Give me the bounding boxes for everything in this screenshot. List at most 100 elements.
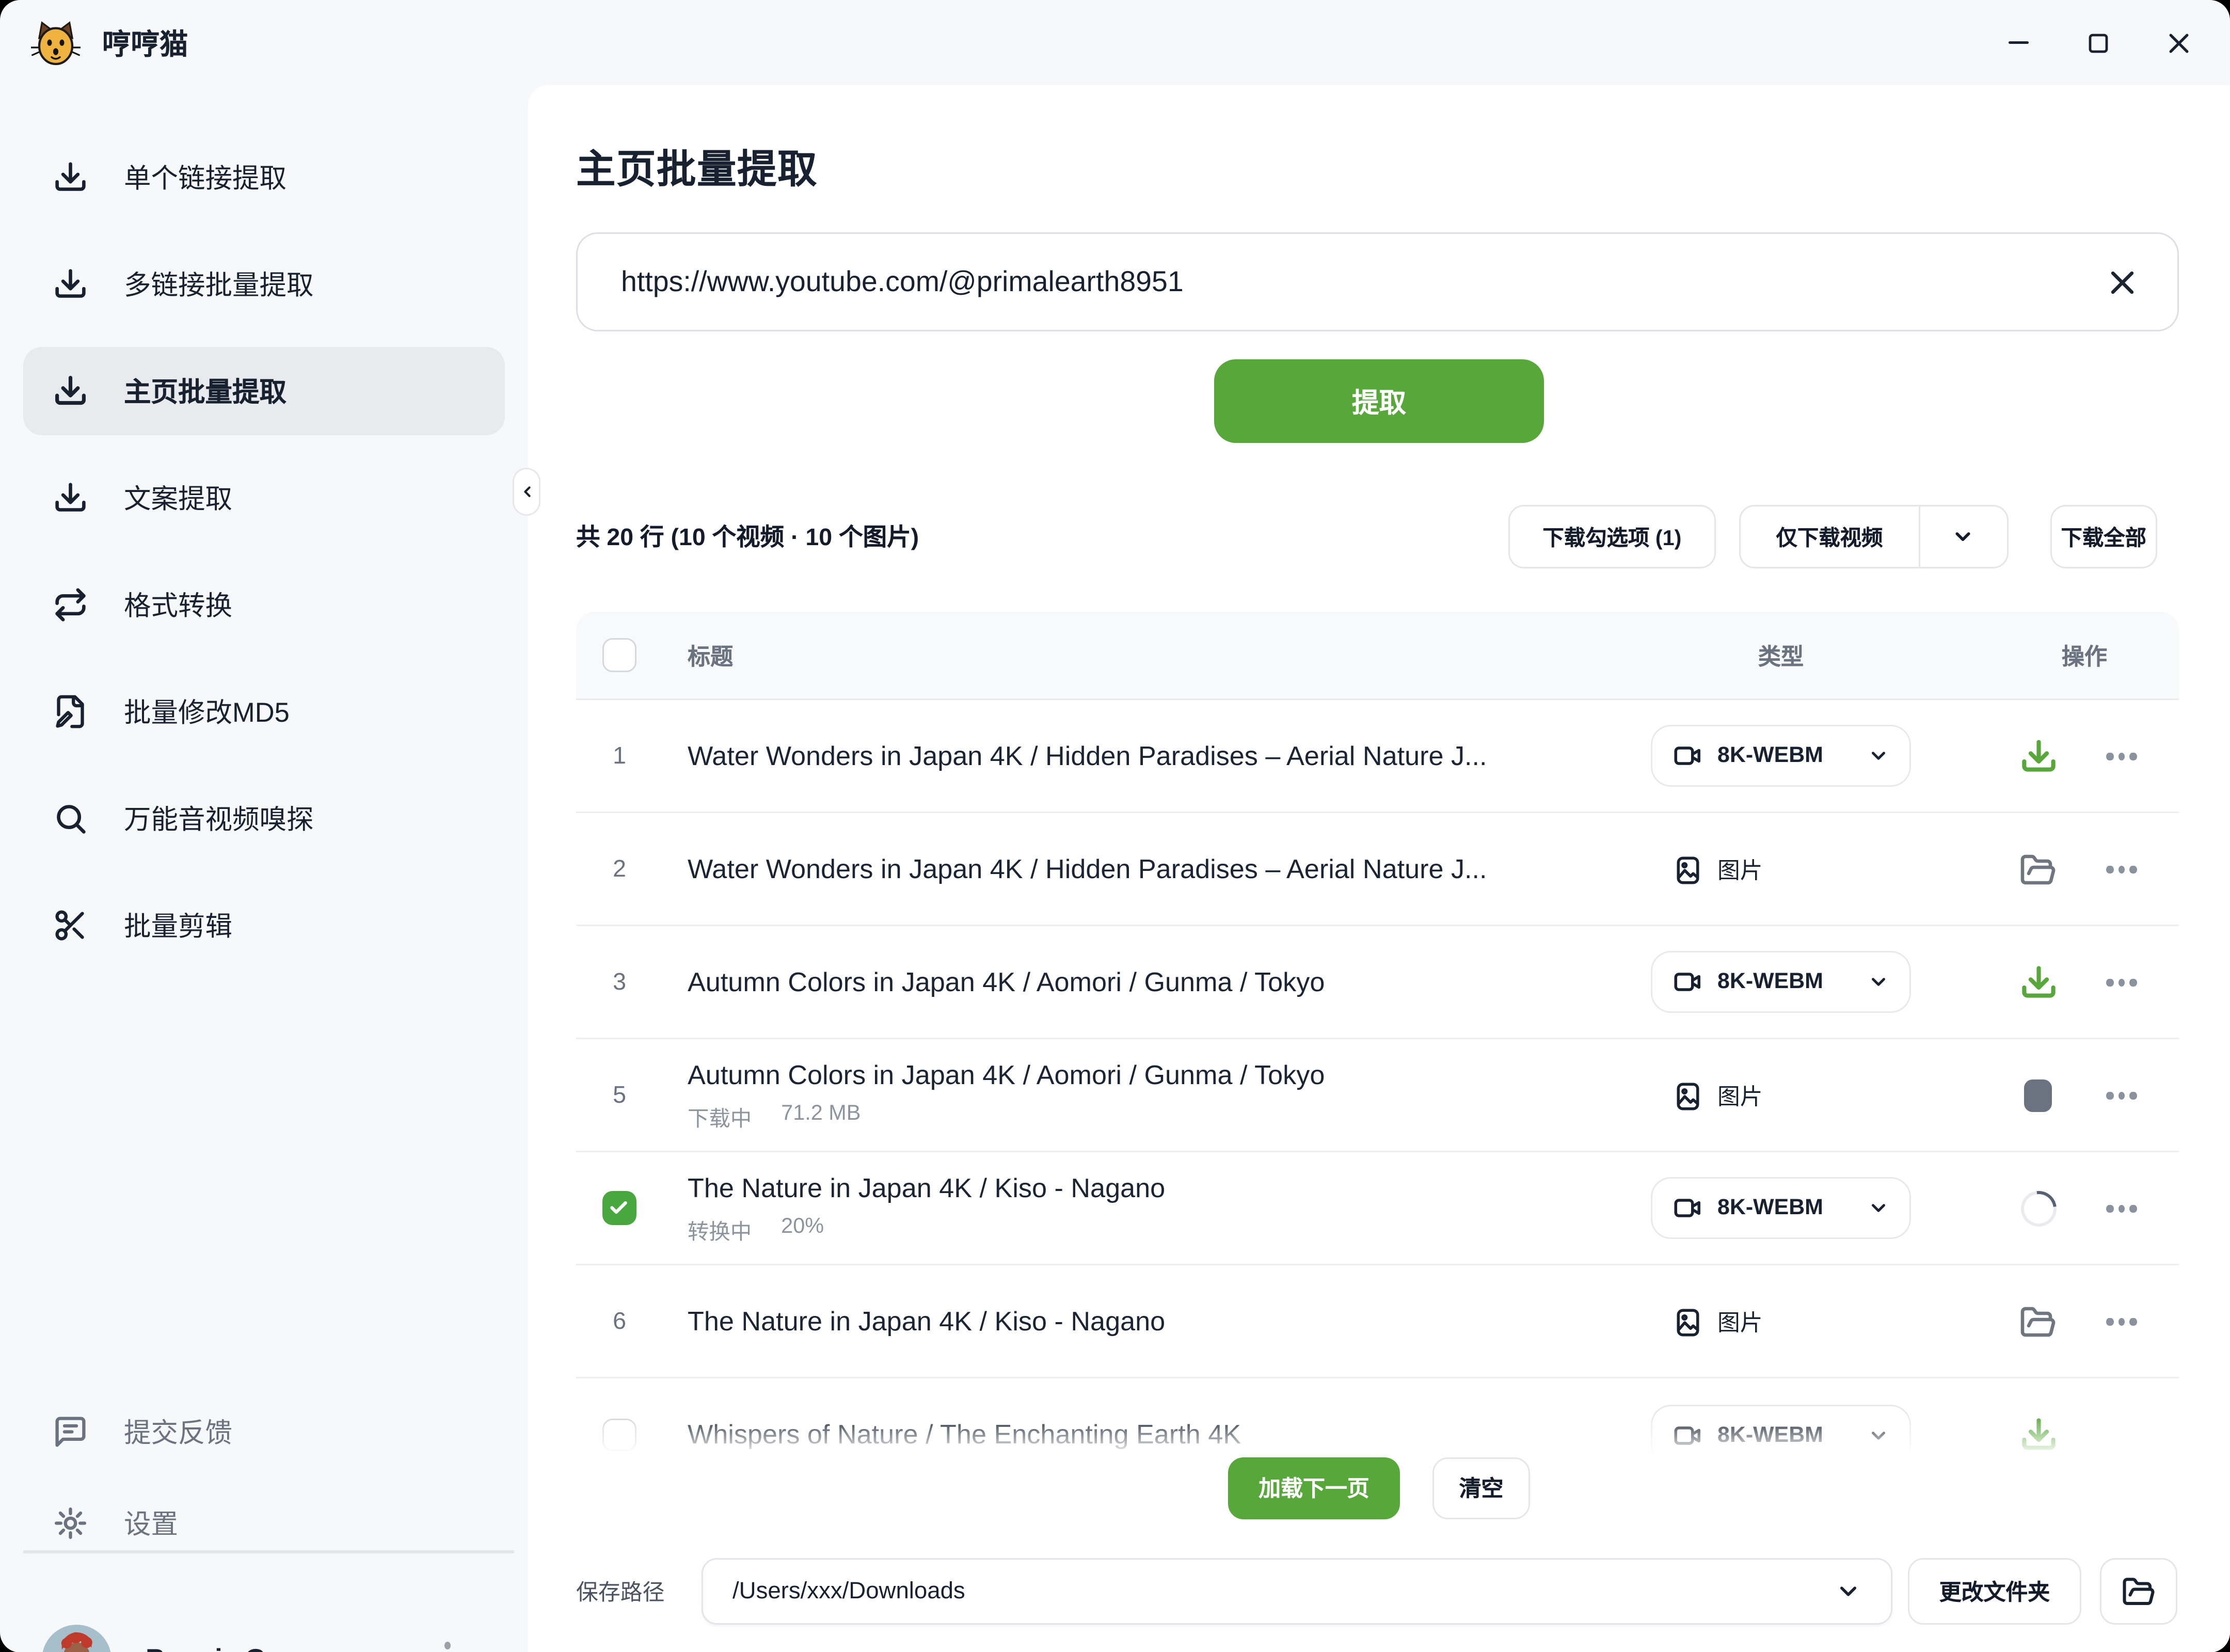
chevron-down-icon xyxy=(1868,971,1889,993)
chevron-down-icon xyxy=(1835,1578,1861,1605)
maximize-button[interactable] xyxy=(2078,23,2118,63)
column-header-title: 标题 xyxy=(688,612,733,700)
open-folder-button[interactable] xyxy=(2100,1558,2177,1625)
clear-input-icon[interactable] xyxy=(2100,260,2143,304)
results-table: 标题 类型 操作 1 Water Wonders in Japan 4K / H… xyxy=(576,612,2179,1491)
sidebar-item-batch-edit[interactable]: 批量剪辑 xyxy=(23,881,505,970)
sidebar-item-label: 主页批量提取 xyxy=(124,372,286,410)
sidebar-item-multi-link[interactable]: 多链接批量提取 xyxy=(23,240,505,328)
stop-button[interactable] xyxy=(2024,1079,2052,1112)
row-checkbox[interactable] xyxy=(602,1191,636,1225)
sidebar-collapse-button[interactable] xyxy=(513,468,540,516)
row-menu-button[interactable] xyxy=(2098,700,2145,813)
row-menu-button[interactable] xyxy=(2098,926,2145,1039)
video-only-dropdown-button[interactable] xyxy=(1918,506,2006,566)
titlebar: 哼哼猫 xyxy=(0,0,2230,85)
row-menu-button[interactable] xyxy=(2098,1152,2145,1265)
format-select[interactable]: 8K-WEBM xyxy=(1651,951,1911,1013)
open-folder-button[interactable] xyxy=(2019,851,2057,888)
save-path-label: 保存路径 xyxy=(576,1575,681,1608)
change-folder-button[interactable]: 更改文件夹 xyxy=(1908,1558,2081,1625)
status-value: 71.2 MB xyxy=(781,1101,861,1132)
extract-button[interactable]: 提取 xyxy=(1214,359,1544,443)
save-path-bar: 保存路径 /Users/xxx/Downloads 更改文件夹 xyxy=(576,1558,2177,1625)
file-edit-icon xyxy=(53,694,88,729)
chevron-down-icon xyxy=(1868,1197,1889,1219)
main-content: 主页批量提取 提取 共 20 行 (10 个视频 · 10 个图片) 下载勾选项… xyxy=(528,85,2230,1652)
avatar xyxy=(42,1624,112,1652)
download-button[interactable] xyxy=(2019,1416,2058,1454)
row-title: Water Wonders in Japan 4K / Hidden Parad… xyxy=(688,853,1637,886)
sidebar-item-media-sniffer[interactable]: 万能音视频嗅探 xyxy=(23,774,505,863)
type-image: 图片 xyxy=(1672,1039,1763,1152)
status-label: 下载中 xyxy=(688,1101,752,1132)
row-title: Autumn Colors in Japan 4K / Aomori / Gun… xyxy=(688,966,1637,999)
clear-list-button[interactable]: 清空 xyxy=(1432,1457,1530,1519)
row-index: 3 xyxy=(602,926,636,1039)
minimize-button[interactable] xyxy=(1998,23,2038,63)
table-row: 1 Water Wonders in Japan 4K / Hidden Par… xyxy=(576,700,2179,813)
row-index: 6 xyxy=(602,1265,636,1378)
format-label: 8K-WEBM xyxy=(1717,970,1823,994)
open-folder-button[interactable] xyxy=(2019,1304,2057,1341)
page-title: 主页批量提取 xyxy=(576,138,818,195)
row-menu-button[interactable] xyxy=(2098,1265,2145,1378)
download-button[interactable] xyxy=(2019,963,2058,1002)
table-row: 6 The Nature in Japan 4K / Kiso - Nagano… xyxy=(576,1265,2179,1378)
bottom-panel: 加载下一页 清空 保存路径 /Users/xxx/Downloads 更改文件夹 xyxy=(528,1456,2230,1652)
sidebar-item-label: 提交反馈 xyxy=(124,1412,232,1451)
image-icon xyxy=(1672,1081,1703,1111)
download-icon xyxy=(53,373,88,409)
type-image: 图片 xyxy=(1672,1265,1763,1378)
close-button[interactable] xyxy=(2159,23,2199,63)
load-next-page-button[interactable]: 加载下一页 xyxy=(1228,1457,1400,1519)
pagination: 加载下一页 清空 xyxy=(528,1457,2230,1519)
status-label: 转换中 xyxy=(688,1214,752,1245)
save-path-select[interactable]: /Users/xxx/Downloads xyxy=(702,1558,1892,1625)
toolbar: 共 20 行 (10 个视频 · 10 个图片) 下载勾选项 (1) 仅下载视频… xyxy=(576,503,2157,568)
video-only-button[interactable]: 仅下载视频 xyxy=(1740,506,1918,566)
type-label: 图片 xyxy=(1717,1079,1763,1112)
format-select[interactable]: 8K-WEBM xyxy=(1651,1177,1911,1239)
scissors-icon xyxy=(53,908,88,943)
download-icon xyxy=(53,160,88,195)
sidebar-item-label: 批量剪辑 xyxy=(124,906,232,945)
download-all-button[interactable]: 下载全部 xyxy=(2050,504,2157,568)
video-camera-icon xyxy=(1672,966,1703,997)
type-label: 图片 xyxy=(1717,1306,1763,1338)
user-menu-button[interactable] xyxy=(431,1632,465,1652)
video-camera-icon xyxy=(1672,740,1703,771)
sidebar-item-single-link[interactable]: 单个链接提取 xyxy=(23,133,505,221)
download-selected-button[interactable]: 下载勾选项 (1) xyxy=(1508,504,1715,568)
table-row: 3 Autumn Colors in Japan 4K / Aomori / G… xyxy=(576,926,2179,1039)
sidebar-item-format-convert[interactable]: 格式转换 xyxy=(23,561,505,649)
sidebar-item-label: 单个链接提取 xyxy=(124,158,286,197)
progress-spinner xyxy=(2013,1184,2063,1234)
sidebar-item-settings[interactable]: 设置 xyxy=(23,1485,505,1560)
chevron-down-icon xyxy=(1868,1424,1889,1446)
select-all-checkbox[interactable] xyxy=(602,638,636,672)
search-icon xyxy=(53,801,88,836)
column-header-actions: 操作 xyxy=(2018,612,2151,700)
format-select[interactable]: 8K-WEBM xyxy=(1651,725,1911,787)
sidebar-item-modify-md5[interactable]: 批量修改MD5 xyxy=(23,668,505,756)
row-menu-button[interactable] xyxy=(2098,1039,2145,1152)
stop-icon xyxy=(2024,1079,2052,1112)
row-status: 下载中 71.2 MB xyxy=(688,1101,1637,1132)
row-checkbox[interactable] xyxy=(602,1418,636,1452)
gear-icon xyxy=(53,1505,88,1540)
sidebar-item-feedback[interactable]: 提交反馈 xyxy=(23,1394,505,1468)
user-profile[interactable]: Bonnie Green xyxy=(42,1623,505,1652)
format-label: 8K-WEBM xyxy=(1717,1423,1823,1448)
url-input[interactable] xyxy=(618,263,2100,300)
table-row: 2 Water Wonders in Japan 4K / Hidden Par… xyxy=(576,813,2179,926)
row-menu-button[interactable] xyxy=(2098,813,2145,926)
save-path-value: /Users/xxx/Downloads xyxy=(732,1578,965,1605)
sidebar-item-homepage-batch[interactable]: 主页批量提取 xyxy=(23,347,505,435)
sidebar-item-copy-extract[interactable]: 文案提取 xyxy=(23,454,505,542)
download-button[interactable] xyxy=(2019,737,2058,776)
video-camera-icon xyxy=(1672,1420,1703,1451)
row-index: 2 xyxy=(602,813,636,926)
app-window: 哼哼猫 单个链接提取 xyxy=(0,0,2230,1652)
row-index: 5 xyxy=(602,1039,636,1152)
